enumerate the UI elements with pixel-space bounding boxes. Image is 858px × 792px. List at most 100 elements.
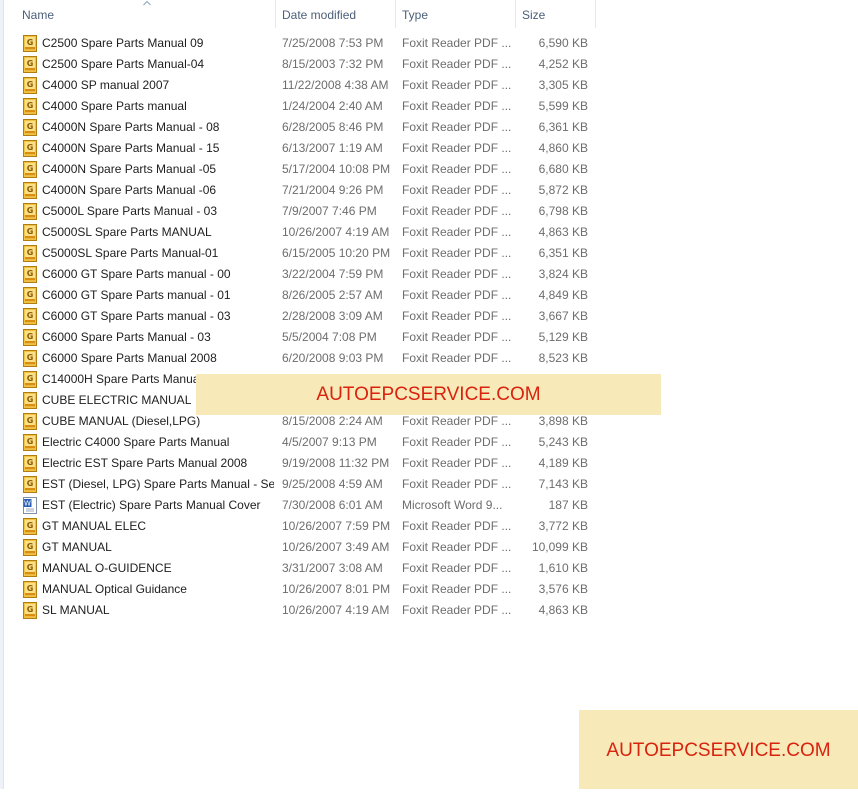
file-size: 4,863 KB — [538, 225, 588, 239]
file-row[interactable]: G C6000 GT Spare Parts manual - 00 3/22/20… — [20, 264, 600, 285]
file-size: 5,129 KB — [538, 330, 588, 344]
watermark-banner-corner: AUTOEPCSERVICE.COM — [579, 710, 858, 789]
file-name: C5000SL Spare Parts Manual-01 — [42, 246, 219, 260]
svg-text:G: G — [27, 437, 34, 446]
file-date-modified: 10/26/2007 3:49 AM — [282, 540, 390, 554]
file-row[interactable]: W EST (Electric) Spare Parts Manual Cover… — [20, 495, 600, 516]
file-type: Foxit Reader PDF ... — [402, 477, 512, 491]
watermark-banner-center: AUTOEPCSERVICE.COM — [196, 374, 661, 415]
pdf-icon: G — [23, 476, 37, 493]
window-left-edge — [0, 0, 4, 789]
svg-text:G: G — [27, 59, 34, 68]
file-row[interactable]: G C6000 GT Spare Parts manual - 03 2/28/20… — [20, 306, 600, 327]
file-row[interactable]: G C6000 Spare Parts Manual - 03 5/5/2004 7… — [20, 327, 600, 348]
svg-text:G: G — [27, 332, 34, 341]
file-row[interactable]: G C2500 Spare Parts Manual 09 7/25/2008 7:… — [20, 33, 600, 54]
column-header-name[interactable]: Name — [16, 0, 276, 28]
file-size: 1,610 KB — [538, 561, 588, 575]
file-type: Foxit Reader PDF ... — [402, 309, 512, 323]
file-size: 7,143 KB — [538, 477, 588, 491]
file-row[interactable]: G C4000N Spare Parts Manual -06 7/21/2004 … — [20, 180, 600, 201]
file-row[interactable]: G C4000 SP manual 2007 11/22/2008 4:38 AM F… — [20, 75, 600, 96]
file-row[interactable]: G C4000N Spare Parts Manual - 08 6/28/2005… — [20, 117, 600, 138]
file-row[interactable]: G C4000 Spare Parts manual 1/24/2004 2:40 … — [20, 96, 600, 117]
file-size: 5,599 KB — [538, 99, 588, 113]
pdf-icon: G — [23, 224, 37, 241]
file-row[interactable]: G C6000 GT Spare Parts manual - 01 8/26/20… — [20, 285, 600, 306]
file-date-modified: 7/30/2008 6:01 AM — [282, 498, 383, 512]
file-date-modified: 10/26/2007 7:59 PM — [282, 519, 391, 533]
file-row[interactable]: G MANUAL Optical Guidance 10/26/2007 8:01 … — [20, 579, 600, 600]
file-type: Foxit Reader PDF ... — [402, 36, 512, 50]
file-name: C4000N Spare Parts Manual -05 — [42, 162, 217, 176]
file-date-modified: 8/26/2005 2:57 AM — [282, 288, 383, 302]
svg-text:G: G — [27, 185, 34, 194]
file-type: Foxit Reader PDF ... — [402, 351, 512, 365]
file-type: Foxit Reader PDF ... — [402, 99, 512, 113]
file-size: 6,680 KB — [538, 162, 588, 176]
file-size: 3,576 KB — [538, 582, 588, 596]
file-size: 4,189 KB — [538, 456, 588, 470]
file-row[interactable]: G EST (Diesel, LPG) Spare Parts Manual - … — [20, 474, 600, 495]
file-row[interactable]: G C4000N Spare Parts Manual -05 5/17/2004 … — [20, 159, 600, 180]
file-row[interactable]: G GT MANUAL ELEC 10/26/2007 7:59 PM Foxit R… — [20, 516, 600, 537]
file-date-modified: 3/31/2007 3:08 AM — [282, 561, 383, 575]
file-type: Foxit Reader PDF ... — [402, 162, 512, 176]
file-size: 6,798 KB — [538, 204, 588, 218]
file-size: 4,860 KB — [538, 141, 588, 155]
file-date-modified: 6/20/2008 9:03 PM — [282, 351, 384, 365]
file-row[interactable]: G C5000SL Spare Parts MANUAL 10/26/2007 4:… — [20, 222, 600, 243]
pdf-icon: G — [23, 371, 37, 388]
file-row[interactable]: G MANUAL O-GUIDENCE 3/31/2007 3:08 AM Foxit… — [20, 558, 600, 579]
file-name: C4000 SP manual 2007 — [42, 78, 170, 92]
file-type: Foxit Reader PDF ... — [402, 78, 512, 92]
file-date-modified: 10/26/2007 4:19 AM — [282, 225, 390, 239]
file-row[interactable]: G C4000N Spare Parts Manual - 15 6/13/2007… — [20, 138, 600, 159]
file-row[interactable]: G C5000SL Spare Parts Manual-01 6/15/2005 … — [20, 243, 600, 264]
svg-text:G: G — [27, 122, 34, 131]
file-row[interactable]: G C6000 Spare Parts Manual 2008 6/20/2008 … — [20, 348, 600, 369]
file-row[interactable]: G C2500 Spare Parts Manual-04 8/15/2003 7:… — [20, 54, 600, 75]
file-date-modified: 3/22/2004 7:59 PM — [282, 267, 384, 281]
pdf-icon: G — [23, 581, 37, 598]
column-header-size[interactable]: Size — [516, 0, 596, 28]
file-name: C6000 GT Spare Parts manual - 03 — [42, 309, 231, 323]
file-date-modified: 7/21/2004 9:26 PM — [282, 183, 384, 197]
file-row[interactable]: G Electric C4000 Spare Parts Manual 4/5/20… — [20, 432, 600, 453]
file-date-modified: 5/17/2004 10:08 PM — [282, 162, 391, 176]
svg-text:G: G — [27, 521, 34, 530]
svg-text:G: G — [27, 374, 34, 383]
file-row[interactable]: G GT MANUAL 10/26/2007 3:49 AM Foxit Reader… — [20, 537, 600, 558]
file-type: Foxit Reader PDF ... — [402, 120, 512, 134]
file-row[interactable]: G SL MANUAL 10/26/2007 4:19 AM Foxit Reader… — [20, 600, 600, 621]
file-row[interactable]: G Electric EST Spare Parts Manual 2008 9/1… — [20, 453, 600, 474]
pdf-icon: G — [23, 245, 37, 262]
file-type: Foxit Reader PDF ... — [402, 225, 512, 239]
column-header-date-modified[interactable]: Date modified — [276, 0, 396, 28]
file-type: Foxit Reader PDF ... — [402, 330, 512, 344]
svg-text:G: G — [27, 206, 34, 215]
column-header-type[interactable]: Type — [396, 0, 516, 28]
svg-text:G: G — [27, 458, 34, 467]
svg-text:G: G — [27, 143, 34, 152]
pdf-icon: G — [23, 182, 37, 199]
pdf-icon: G — [23, 98, 37, 115]
file-name: SL MANUAL — [42, 603, 110, 617]
file-date-modified: 9/25/2008 4:59 AM — [282, 477, 383, 491]
pdf-icon: G — [23, 518, 37, 535]
file-row[interactable]: G C5000L Spare Parts Manual - 03 7/9/2007 … — [20, 201, 600, 222]
pdf-icon: G — [23, 308, 37, 325]
file-type: Microsoft Word 9... — [402, 498, 503, 512]
file-name: MANUAL Optical Guidance — [42, 582, 187, 596]
file-name: MANUAL O-GUIDENCE — [42, 561, 172, 575]
svg-text:G: G — [27, 80, 34, 89]
file-name: C4000N Spare Parts Manual - 15 — [42, 141, 220, 155]
file-date-modified: 10/26/2007 8:01 PM — [282, 582, 391, 596]
pdf-icon: G — [23, 77, 37, 94]
file-name: C6000 GT Spare Parts manual - 01 — [42, 288, 231, 302]
file-name: EST (Electric) Spare Parts Manual Cover — [42, 498, 261, 512]
pdf-icon: G — [23, 350, 37, 367]
svg-text:G: G — [27, 563, 34, 572]
file-name: C6000 Spare Parts Manual - 03 — [42, 330, 211, 344]
svg-text:G: G — [27, 416, 34, 425]
